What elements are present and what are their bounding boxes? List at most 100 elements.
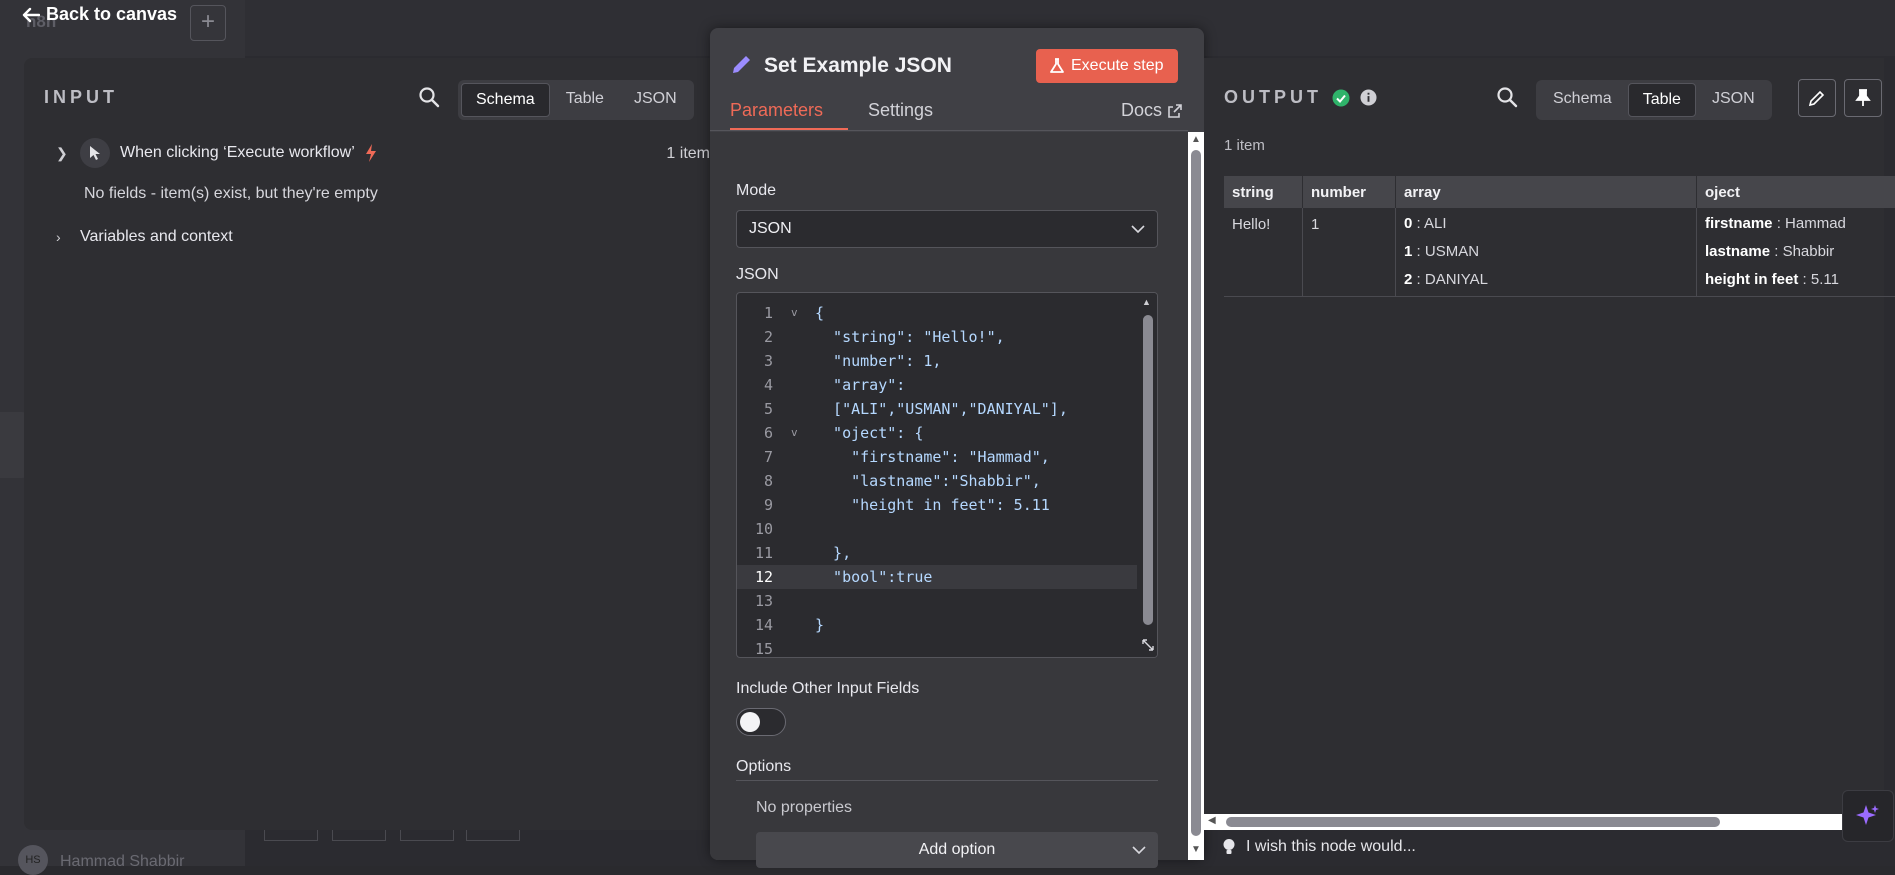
- scroll-down-icon[interactable]: ▼: [1191, 844, 1201, 855]
- search-icon[interactable]: [1496, 86, 1518, 108]
- table-header-row: string number array oject: [1224, 176, 1895, 208]
- line-number: 15: [737, 637, 773, 658]
- include-fields-toggle[interactable]: [736, 708, 786, 736]
- execute-step-button[interactable]: Execute step: [1036, 49, 1178, 83]
- code-line[interactable]: 8 "lastname":"Shabbir",: [737, 469, 1137, 493]
- sparkle-icon: [1855, 803, 1881, 829]
- output-title: OUTPUT: [1224, 87, 1322, 108]
- lightning-icon: [365, 144, 377, 162]
- pin-icon: [1855, 89, 1871, 107]
- code-line[interactable]: 13: [737, 589, 1137, 613]
- chevron-right-icon[interactable]: ›: [56, 229, 70, 245]
- kv-entry: 1 : USMAN: [1404, 238, 1688, 266]
- docs-label: Docs: [1121, 100, 1162, 121]
- line-content: ["ALI","USMAN","DANIYAL"],: [815, 397, 1068, 421]
- line-number: 2: [737, 325, 773, 349]
- kv-entry: height in feet : 5.11: [1705, 266, 1895, 294]
- input-view-json[interactable]: JSON: [620, 83, 691, 117]
- pin-output-button[interactable]: [1844, 79, 1882, 117]
- edit-output-button[interactable]: [1798, 79, 1836, 117]
- output-scroll-thumb[interactable]: [1226, 817, 1720, 827]
- kv-value: ALI: [1424, 215, 1447, 232]
- execute-step-label: Execute step: [1071, 57, 1164, 75]
- line-content: "lastname":"Shabbir",: [815, 469, 1041, 493]
- kv-separator: :: [1412, 243, 1425, 260]
- editor-scroll-thumb[interactable]: [1143, 315, 1153, 625]
- line-number: 14: [737, 613, 773, 637]
- panel-scroll-thumb[interactable]: [1191, 150, 1201, 836]
- chevron-down-icon: [1131, 224, 1145, 234]
- code-line[interactable]: 3 "number": 1,: [737, 349, 1137, 373]
- cell-oject[interactable]: firstname : Hammadlastname : Shabbirheig…: [1697, 208, 1895, 297]
- success-check-icon: [1332, 89, 1350, 107]
- scroll-up-icon[interactable]: ▲: [1142, 297, 1151, 307]
- line-content: "height in feet": 5.11: [815, 493, 1050, 517]
- output-view-schema[interactable]: Schema: [1539, 83, 1626, 117]
- table-row: Hello! 1 0 : ALI1 : USMAN2 : DANIYAL fir…: [1224, 208, 1895, 297]
- kv-value: USMAN: [1425, 243, 1479, 260]
- line-number: 11: [737, 541, 773, 565]
- kv-value: Hammad: [1785, 215, 1846, 232]
- scroll-left-icon[interactable]: ◀: [1208, 815, 1216, 826]
- code-line[interactable]: 14}: [737, 613, 1137, 637]
- cell-array[interactable]: 0 : ALI1 : USMAN2 : DANIYAL: [1396, 208, 1697, 297]
- options-label: Options: [736, 758, 791, 776]
- kv-entry: 0 : ALI: [1404, 210, 1688, 238]
- kv-separator: :: [1412, 271, 1425, 288]
- column-header-number: number: [1303, 176, 1396, 208]
- scroll-up-icon[interactable]: ▲: [1191, 134, 1201, 145]
- ai-assistant-button[interactable]: [1842, 790, 1894, 842]
- kv-separator: :: [1773, 215, 1786, 232]
- line-content: "firstname": "Hammad",: [815, 445, 1050, 469]
- code-line[interactable]: 5 ["ALI","USMAN","DANIYAL"],: [737, 397, 1137, 421]
- mode-select[interactable]: JSON: [736, 210, 1158, 248]
- back-to-canvas-link[interactable]: Back to canvas: [22, 4, 177, 25]
- cell-number[interactable]: 1: [1303, 208, 1396, 297]
- user-avatar[interactable]: HS: [18, 845, 48, 875]
- code-line[interactable]: 12 "bool":true: [737, 565, 1137, 589]
- line-content: {: [815, 301, 824, 325]
- add-workflow-button[interactable]: +: [190, 5, 226, 41]
- node-title[interactable]: Set Example JSON: [764, 54, 952, 78]
- add-option-button[interactable]: Add option: [756, 832, 1158, 868]
- tab-parameters[interactable]: Parameters: [730, 100, 823, 121]
- code-line[interactable]: 6v "oject": {: [737, 421, 1137, 445]
- editor-scrollbar[interactable]: ▲: [1139, 293, 1157, 657]
- node-details-panel: Set Example JSON Execute step Parameters…: [710, 28, 1204, 860]
- input-view-switch: Schema Table JSON: [458, 80, 694, 120]
- output-view-json[interactable]: JSON: [1698, 83, 1769, 117]
- mode-value: JSON: [749, 220, 792, 238]
- code-line[interactable]: 4 "array":: [737, 373, 1137, 397]
- code-line[interactable]: 9 "height in feet": 5.11: [737, 493, 1137, 517]
- pencil-icon: [730, 52, 754, 76]
- info-icon[interactable]: [1360, 89, 1377, 106]
- kv-separator: :: [1412, 215, 1424, 232]
- code-line[interactable]: 10: [737, 517, 1137, 541]
- kv-value: DANIYAL: [1425, 271, 1488, 288]
- user-name: Hammad Shabbir: [60, 853, 185, 871]
- cell-string[interactable]: Hello!: [1224, 208, 1303, 297]
- output-view-table[interactable]: Table: [1628, 83, 1696, 117]
- code-line[interactable]: 1v{: [737, 301, 1137, 325]
- input-view-table[interactable]: Table: [552, 83, 618, 117]
- panel-scrollbar[interactable]: ▲ ▼: [1188, 132, 1204, 860]
- json-code-editor[interactable]: 1v{2 "string": "Hello!",3 "number": 1,4 …: [736, 292, 1158, 658]
- output-horizontal-scrollbar[interactable]: ◀: [1204, 814, 1884, 830]
- input-view-schema[interactable]: Schema: [461, 83, 550, 117]
- variables-context-row[interactable]: › Variables and context: [56, 228, 233, 246]
- add-option-label: Add option: [919, 841, 996, 859]
- chevron-down-icon[interactable]: ❯: [56, 145, 70, 162]
- docs-link[interactable]: Docs: [1121, 100, 1182, 121]
- search-icon[interactable]: [418, 86, 440, 108]
- code-line[interactable]: 15: [737, 637, 1137, 658]
- tab-settings[interactable]: Settings: [868, 100, 933, 121]
- resize-handle-icon[interactable]: [1142, 639, 1154, 651]
- code-line[interactable]: 11 },: [737, 541, 1137, 565]
- code-line[interactable]: 2 "string": "Hello!",: [737, 325, 1137, 349]
- fold-toggle-icon[interactable]: v: [791, 301, 798, 325]
- fold-toggle-icon[interactable]: v: [791, 421, 798, 445]
- trigger-node-row[interactable]: ❯ When clicking ‘Execute workflow’: [56, 138, 377, 168]
- code-line[interactable]: 7 "firstname": "Hammad",: [737, 445, 1137, 469]
- feedback-prompt[interactable]: I wish this node would...: [1222, 838, 1416, 856]
- line-content: "number": 1,: [815, 349, 941, 373]
